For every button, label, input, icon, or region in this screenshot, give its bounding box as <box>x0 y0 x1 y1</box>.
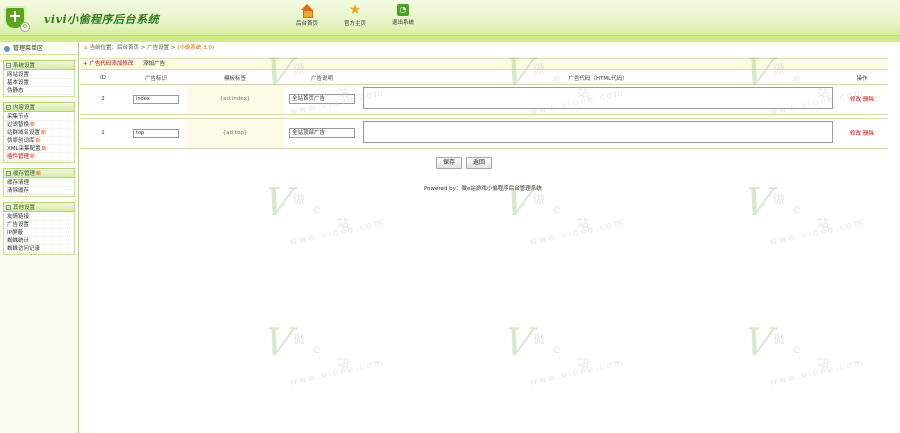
sidebar-item-domain-settings[interactable]: 站群域名设置新 <box>4 129 74 137</box>
sidebar-item-cache-clean[interactable]: 缓存清理 <box>4 179 74 187</box>
sidebar-item-filter-replace[interactable]: 过滤替换新 <box>4 121 74 129</box>
nav-logout-label: 退出系统 <box>391 20 414 26</box>
rss-icon: ◔ <box>397 4 409 16</box>
group-label: 其他设置 <box>13 205 36 211</box>
watermark-logo: V 微 e 站 www.vioee.com <box>261 180 386 248</box>
sidebar-item-basic-settings[interactable]: 基本设置 <box>4 79 74 87</box>
app-title: vivi小偷程序后台系统 <box>44 13 160 26</box>
nav-official-site[interactable]: ★ 官方主页 <box>331 2 379 27</box>
group-label: 缓存管理 <box>13 171 36 177</box>
sidebar-group-head-cache[interactable]: − 缓存管理新 <box>3 168 75 178</box>
ad-desc-input[interactable]: 全站顶部广告 <box>289 128 355 138</box>
group-label: 内容设置 <box>13 105 36 111</box>
nav-home-label: 后台首页 <box>295 21 318 27</box>
row-id: 2 <box>80 84 126 115</box>
ad-code-edit-link[interactable]: + 广告代码添加修改 <box>83 61 133 67</box>
add-ad-link[interactable]: 添加广告 <box>143 61 165 67</box>
sidebar-item-rewrite[interactable]: 伪静态 <box>4 87 74 95</box>
ad-name-input[interactable]: index <box>133 94 179 104</box>
edit-link[interactable]: 修改 <box>850 131 861 137</box>
collapse-icon: − <box>6 171 11 176</box>
new-badge: 新 <box>36 171 42 177</box>
watermark-logo: V 微 e 站 www.vioee.com <box>741 320 866 388</box>
sidebar-group-head-system[interactable]: − 系统设置 <box>3 60 75 70</box>
ad-name-input[interactable]: top <box>133 128 179 138</box>
logo-icon: ⚙ <box>4 6 30 32</box>
watermark-logo: V 微 e 站 www.vioee.com <box>741 180 866 248</box>
form-buttons: 保存 返回 <box>436 157 493 169</box>
breadcrumb-current: (小偷系统 3.0) <box>177 45 215 51</box>
sidebar-item-friend-links[interactable]: 友情链接 <box>4 213 74 221</box>
collapse-icon: − <box>6 205 11 210</box>
group-label: 系统设置 <box>13 63 36 69</box>
new-badge: 新 <box>41 130 47 136</box>
template-tag: {ad:top} <box>186 118 284 149</box>
col-header-code: 广告代码（HTML代码） <box>360 72 836 85</box>
sidebar-group-system: − 系统设置 网站设置 基本设置 伪静态 <box>3 60 75 97</box>
sidebar-item-xml-config[interactable]: XML采集配置新 <box>4 145 74 153</box>
sidebar-item-collect-nodes[interactable]: 采集节点 <box>4 113 74 121</box>
table-row: 1 top {ad:top} 全站顶部广告 修改 删除 <box>80 118 888 149</box>
content-toolbar: + 广告代码添加修改 添加广告 <box>80 58 888 70</box>
new-badge: 新 <box>30 154 36 160</box>
ad-table: ID 广告标识 模板标签 广告说明 广告代码（HTML代码） 操作 2 inde… <box>80 72 888 149</box>
header-band <box>0 36 900 42</box>
back-button[interactable]: 返回 <box>466 157 493 169</box>
top-nav: 后台首页 ★ 官方主页 ◔ 退出系统 <box>283 2 427 27</box>
delete-link[interactable]: 删除 <box>863 131 874 137</box>
new-badge: 新 <box>35 138 41 144</box>
breadcrumb: ⌂ 当前位置：后台首页 > 广告设置 > (小偷系统 3.0) <box>84 44 214 53</box>
save-button[interactable]: 保存 <box>436 157 463 169</box>
sidebar-item-ip-block[interactable]: IP屏蔽 <box>4 229 74 237</box>
sidebar-group-head-other[interactable]: − 其他设置 <box>3 202 75 212</box>
home-icon <box>300 4 314 18</box>
col-header-name: 广告标识 <box>126 72 186 85</box>
sidebar-item-cache-clear[interactable]: 清除缓存 <box>4 187 74 195</box>
sidebar-item-word-library[interactable]: 伪原创词库新 <box>4 137 74 145</box>
col-header-actions: 操作 <box>836 72 888 85</box>
sidebar-item-ad-settings[interactable]: 广告设置 <box>4 221 74 229</box>
col-header-tag: 模板标签 <box>186 72 284 85</box>
edit-link[interactable]: 修改 <box>850 97 861 103</box>
nav-logout[interactable]: ◔ 退出系统 <box>379 4 427 27</box>
header-bar: ⚙ vivi小偷程序后台系统 后台首页 ★ 官方主页 ◔ 退出系统 <box>0 0 900 36</box>
template-tag: {ad:index} <box>186 84 284 115</box>
watermark-logo: V 微 e 站 www.vioee.com <box>501 320 626 388</box>
breadcrumb-path: 后台首页 > 广告设置 > <box>117 45 178 51</box>
sidebar-group-head-content[interactable]: − 内容设置 <box>3 102 75 112</box>
sidebar-item-spider-log[interactable]: 蜘蛛访问记录 <box>4 245 74 253</box>
collapse-icon: − <box>6 105 11 110</box>
delete-link[interactable]: 删除 <box>863 97 874 103</box>
nav-home[interactable]: 后台首页 <box>283 4 331 27</box>
new-badge: 新 <box>41 146 47 152</box>
sidebar-title: 管理菜单区 <box>0 42 78 55</box>
collapse-icon: − <box>6 63 11 68</box>
star-icon: ★ <box>348 2 362 18</box>
col-header-id: ID <box>80 72 126 85</box>
row-id: 1 <box>80 118 126 149</box>
ad-code-textarea[interactable] <box>363 87 833 109</box>
sidebar-item-site-settings[interactable]: 网站设置 <box>4 71 74 79</box>
new-badge: 新 <box>30 122 36 128</box>
ad-code-textarea[interactable] <box>363 121 833 143</box>
home-icon: ⌂ <box>84 45 88 51</box>
nav-official-label: 官方主页 <box>343 21 366 27</box>
footer-text: Powered by：微e站游戏小偷程序后台管理系统 <box>424 186 542 192</box>
user-icon <box>4 45 10 52</box>
sidebar-group-other: − 其他设置 友情链接 广告设置 IP屏蔽 蜘蛛统计 蜘蛛访问记录 <box>3 202 75 255</box>
watermark-logo: V 微 e 站 www.vioee.com <box>261 320 386 388</box>
sidebar-title-text: 管理菜单区 <box>13 45 44 52</box>
ad-desc-input[interactable]: 全站首页广告 <box>289 94 355 104</box>
sidebar-group-content: − 内容设置 采集节点 过滤替换新 站群域名设置新 伪原创词库新 XML采集配置新… <box>3 102 75 163</box>
table-row: 2 index {ad:index} 全站首页广告 修改 删除 <box>80 84 888 115</box>
breadcrumb-prefix: 当前位置： <box>89 45 118 51</box>
col-header-desc: 广告说明 <box>284 72 360 85</box>
sidebar-item-spider-stats[interactable]: 蜘蛛统计 <box>4 237 74 245</box>
sidebar: 管理菜单区 − 系统设置 网站设置 基本设置 伪静态 − 内容设置 采集节点 过滤替… <box>0 42 79 433</box>
sidebar-group-cache: − 缓存管理新 缓存清理 清除缓存 <box>3 168 75 197</box>
sidebar-item-plugins[interactable]: 插件管理新 <box>4 153 74 161</box>
